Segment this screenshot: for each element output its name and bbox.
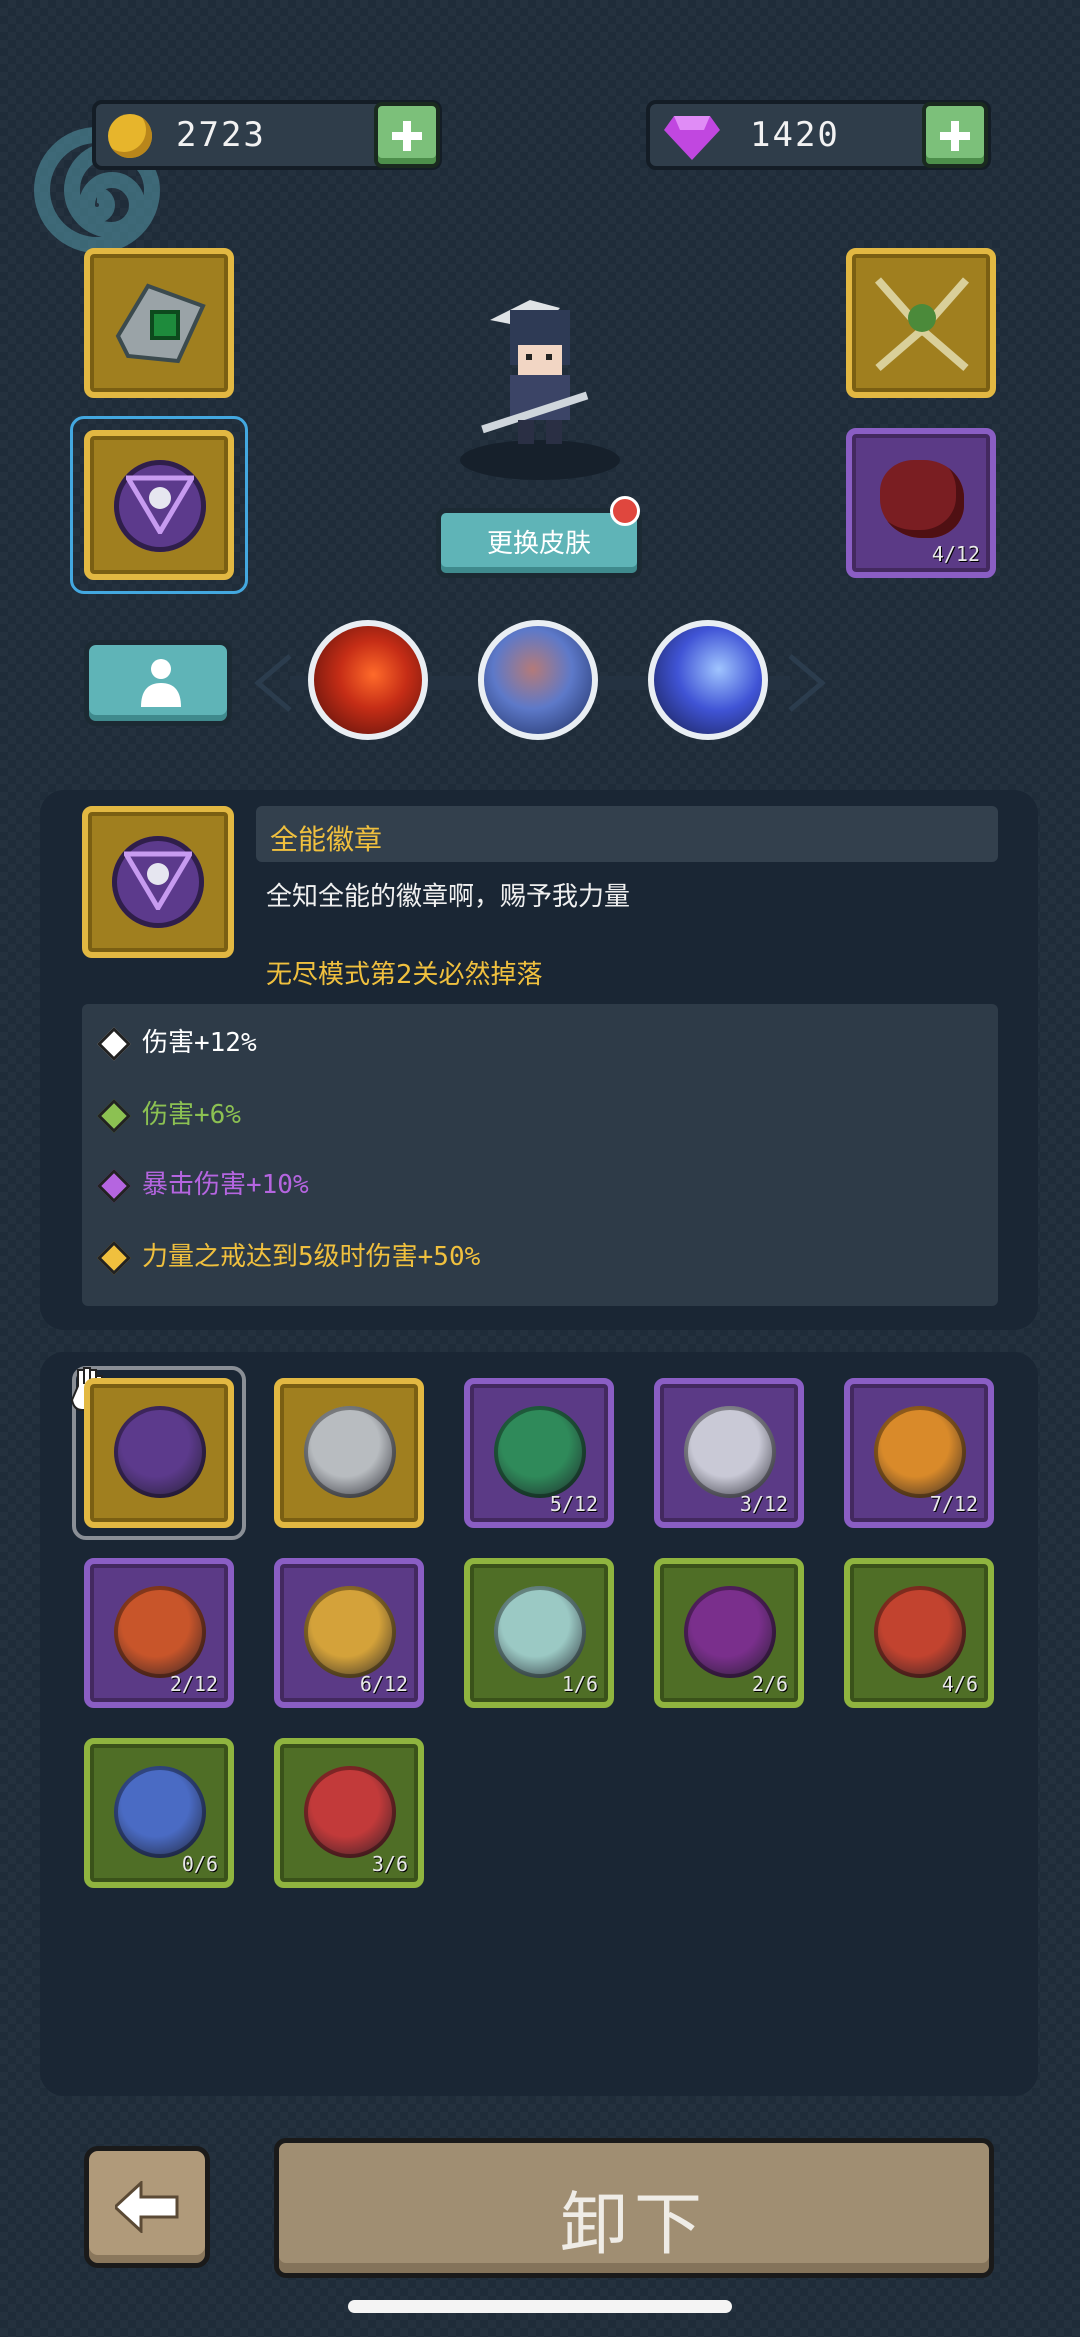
stat-row: 伤害+12% bbox=[97, 1022, 257, 1061]
unequip-button[interactable]: 卸下 bbox=[274, 2138, 994, 2278]
eye-orb-icon bbox=[684, 1586, 776, 1678]
heart-stone-icon bbox=[880, 460, 964, 538]
gold-amount: 2723 bbox=[176, 115, 266, 155]
gold-bar: 2723 bbox=[92, 100, 442, 170]
item-count: 3/6 bbox=[371, 1852, 408, 1876]
silver-wheel-icon bbox=[304, 1406, 396, 1498]
item-drop-info: 无尽模式第2关必然掉落 bbox=[266, 960, 543, 990]
hero-character bbox=[481, 300, 589, 444]
stat-row: 暴击伤害+10% bbox=[97, 1164, 309, 1203]
heart-count: 4/12 bbox=[931, 542, 980, 566]
add-gold-button[interactable] bbox=[374, 102, 440, 168]
fire-star-badge-icon bbox=[114, 1586, 206, 1678]
purple-diamond-icon bbox=[97, 1168, 131, 1203]
home-indicator bbox=[348, 2300, 732, 2313]
inventory-slot-demon-badge[interactable]: 3/6 bbox=[274, 1738, 424, 1888]
white-diamond-icon bbox=[97, 1026, 131, 1061]
inventory-slot-orbit-badge[interactable]: 7/12 bbox=[844, 1378, 994, 1528]
item-count: 4/6 bbox=[941, 1672, 978, 1696]
item-detail-panel: 全能徽章 全知全能的徽章啊，赐予我力量 无尽模式第2关必然掉落 伤害+12% 伤… bbox=[40, 790, 1038, 1330]
item-count: 1/6 bbox=[561, 1672, 598, 1696]
equip-slot-amulet[interactable] bbox=[846, 248, 996, 398]
detail-item-slot bbox=[82, 806, 234, 958]
notification-dot bbox=[610, 496, 640, 526]
gem-bar: 1420 bbox=[646, 100, 991, 170]
inventory-slot-crystal-frame[interactable]: 1/6 bbox=[464, 1558, 614, 1708]
crystal-frame-icon bbox=[494, 1586, 586, 1678]
add-gems-button[interactable] bbox=[922, 102, 988, 168]
back-button[interactable] bbox=[84, 2146, 210, 2268]
item-count: 7/12 bbox=[929, 1492, 978, 1516]
gold-star-badge-icon bbox=[304, 1586, 396, 1678]
demon-badge-icon bbox=[304, 1766, 396, 1858]
star-badge-icon bbox=[684, 1406, 776, 1498]
inventory-slot-silver-wheel[interactable] bbox=[274, 1378, 424, 1528]
green-diamond-icon bbox=[97, 1098, 131, 1133]
inventory-slot-eye-orb[interactable]: 2/6 bbox=[654, 1558, 804, 1708]
rune-badge-icon bbox=[114, 1766, 206, 1858]
item-count: 2/6 bbox=[751, 1672, 788, 1696]
stat-row: 力量之戒达到5级时伤害+50% bbox=[97, 1236, 481, 1275]
item-count: 5/12 bbox=[549, 1492, 598, 1516]
inventory-slot-star-badge[interactable]: 3/12 bbox=[654, 1378, 804, 1528]
stat-text: 伤害+12% bbox=[142, 1028, 257, 1058]
omni-badge-icon bbox=[114, 460, 206, 552]
inventory-slot-omni-badge[interactable] bbox=[84, 1378, 234, 1528]
gem-amount: 1420 bbox=[750, 115, 840, 155]
armor-icon bbox=[115, 283, 206, 364]
inventory-slot-emerald-shield[interactable]: 5/12 bbox=[464, 1378, 614, 1528]
unequip-label: 卸下 bbox=[559, 2186, 708, 2265]
stats-box: 伤害+12% 伤害+6% 暴击伤害+10% 力量之戒达到5级时伤害+50% bbox=[82, 1004, 998, 1306]
omni-badge-icon bbox=[114, 1406, 206, 1498]
equip-slot-badge[interactable] bbox=[84, 430, 234, 580]
equip-slot-heart[interactable]: 4/12 bbox=[846, 428, 996, 578]
stat-text: 暴击伤害+10% bbox=[142, 1170, 309, 1200]
person-icon bbox=[141, 659, 181, 707]
item-count: 3/12 bbox=[739, 1492, 788, 1516]
profile-button[interactable] bbox=[84, 640, 232, 726]
red-target-icon bbox=[874, 1586, 966, 1678]
item-count: 6/12 bbox=[359, 1672, 408, 1696]
item-name-bar: 全能徽章 bbox=[256, 806, 998, 862]
inventory-slot-gold-star-badge[interactable]: 6/12 bbox=[274, 1558, 424, 1708]
item-description: 全知全能的徽章啊，赐予我力量 bbox=[266, 882, 631, 912]
inventory-slot-fire-star-badge[interactable]: 2/12 bbox=[84, 1558, 234, 1708]
orbit-badge-icon bbox=[874, 1406, 966, 1498]
gem-icon bbox=[664, 116, 720, 160]
inventory-slot-red-target[interactable]: 4/6 bbox=[844, 1558, 994, 1708]
beetle-amulet-icon bbox=[874, 277, 970, 372]
back-arrow-icon bbox=[115, 2181, 179, 2233]
emerald-shield-icon bbox=[494, 1406, 586, 1498]
fire-skill-icon[interactable] bbox=[308, 620, 428, 740]
item-count: 0/6 bbox=[181, 1852, 218, 1876]
inventory-slot-rune-badge[interactable]: 0/6 bbox=[84, 1738, 234, 1888]
stat-row: 伤害+6% bbox=[97, 1094, 241, 1133]
item-count: 2/12 bbox=[169, 1672, 218, 1696]
change-skin-label: 更换皮肤 bbox=[486, 529, 591, 559]
gold-diamond-icon bbox=[97, 1240, 131, 1275]
detail-omni-badge-icon bbox=[112, 836, 204, 928]
item-name: 全能徽章 bbox=[270, 823, 383, 856]
lightning-skill-icon[interactable] bbox=[648, 620, 768, 740]
stat-text: 伤害+6% bbox=[142, 1100, 241, 1130]
gold-coin-icon bbox=[108, 114, 152, 158]
thunder-fist-skill-icon[interactable] bbox=[478, 620, 598, 740]
stat-text: 力量之戒达到5级时伤害+50% bbox=[142, 1242, 481, 1272]
equip-slot-armor[interactable] bbox=[84, 248, 234, 398]
